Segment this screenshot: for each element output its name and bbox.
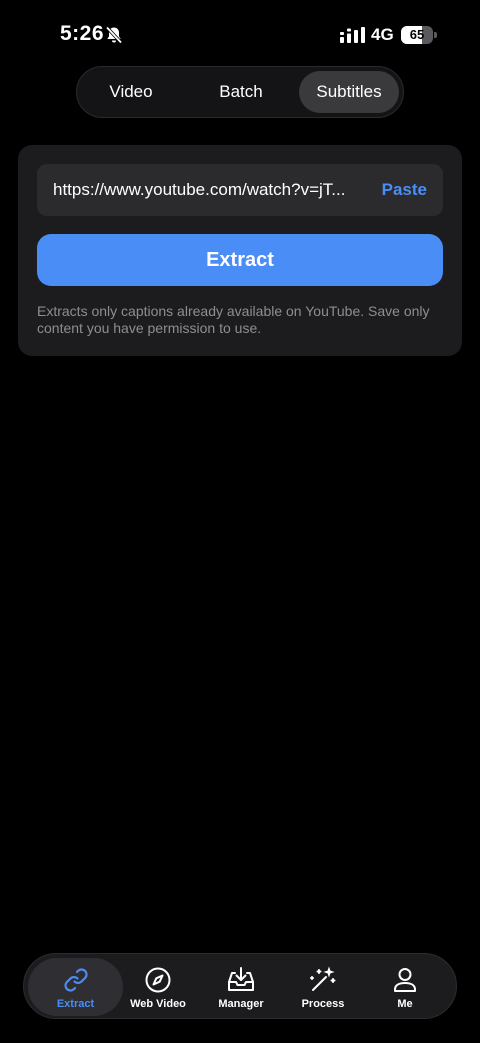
tab-extract[interactable]: Extract xyxy=(28,958,123,1016)
battery-percent: 65 xyxy=(409,27,425,42)
cellular-signal-icon xyxy=(340,27,365,43)
network-type: 4G xyxy=(371,25,394,44)
magic-wand-icon xyxy=(310,966,336,991)
segment-subtitles[interactable]: Subtitles xyxy=(299,71,399,113)
segment-video[interactable]: Video xyxy=(83,71,179,113)
compass-icon xyxy=(145,967,171,993)
tab-process-label: Process xyxy=(301,998,345,1010)
tab-web-video-label: Web Video xyxy=(130,998,186,1010)
extract-card: https://www.youtube.com/watch?v=jT... Pa… xyxy=(18,145,462,356)
tab-process[interactable]: Process xyxy=(281,958,365,1016)
extract-button[interactable]: Extract xyxy=(37,234,443,286)
person-icon xyxy=(394,968,416,992)
tab-extract-label: Extract xyxy=(56,998,95,1010)
status-time: 5:26 xyxy=(60,22,105,45)
tab-manager-label: Manager xyxy=(218,998,264,1010)
paste-button[interactable]: Paste xyxy=(382,164,427,216)
url-input[interactable]: https://www.youtube.com/watch?v=jT... Pa… xyxy=(37,164,443,216)
download-tray-icon xyxy=(228,967,254,991)
link-icon xyxy=(64,968,88,992)
tab-me-label: Me xyxy=(397,998,413,1010)
disclaimer-text: Extracts only captions already available… xyxy=(37,303,430,336)
battery-indicator: 65 xyxy=(401,26,437,44)
bell-slash-icon xyxy=(105,26,123,44)
bottom-tab-bar: Extract Web Video Manager Process Me xyxy=(23,953,457,1019)
url-input-value[interactable]: https://www.youtube.com/watch?v=jT... xyxy=(53,164,369,216)
status-bar: 5:26 4G 65 xyxy=(0,0,480,70)
tab-web-video[interactable]: Web Video xyxy=(116,958,200,1016)
tab-manager[interactable]: Manager xyxy=(199,958,283,1016)
tab-me[interactable]: Me xyxy=(363,958,447,1016)
segment-batch[interactable]: Batch xyxy=(193,71,289,113)
mode-segmented-control: Video Batch Subtitles xyxy=(76,66,404,118)
